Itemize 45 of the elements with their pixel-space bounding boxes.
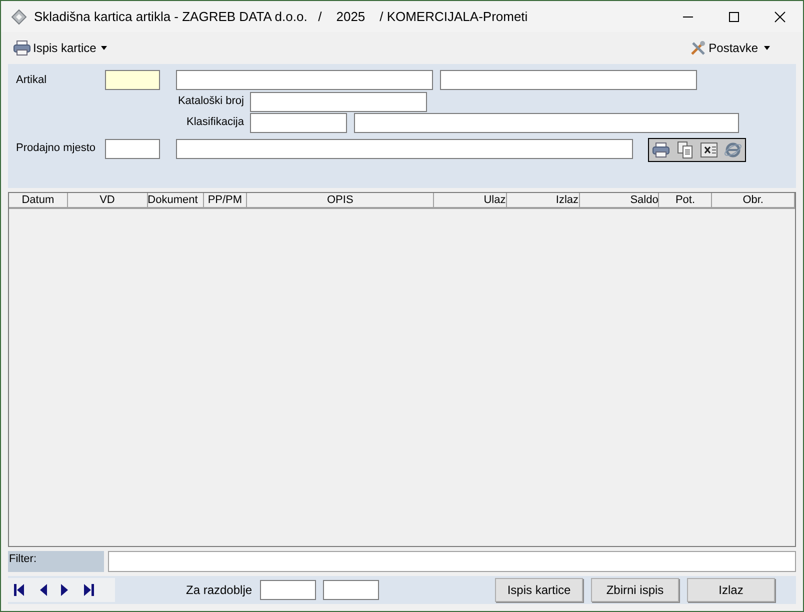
spreadsheet-icon [700,142,718,158]
input-field[interactable] [354,112,739,132]
filter-field[interactable] [108,551,796,572]
input-field[interactable] [105,139,160,159]
input-field[interactable] [105,70,160,90]
column-header[interactable]: Saldo [580,193,660,207]
input-field[interactable] [176,139,633,159]
column-header[interactable]: Pot. [659,193,712,207]
print-menu-button[interactable]: Ispis kartice [13,39,110,57]
window-title: Skladišna kartica artikla - ZAGREB DATA d.o.o. / 2025 / KOMERCIJALA-Prometi [34,8,528,26]
action-button[interactable]: Ispis kartice [495,578,583,602]
filter-label: Filter: [8,551,104,572]
period-label: Za razdoblje [186,582,252,599]
tools-icon [690,40,706,56]
globe-icon [724,141,742,159]
field-label: Prodajno mjesto [16,141,96,156]
excel-button[interactable] [698,140,720,160]
printer-icon [13,40,31,56]
print-button[interactable] [650,140,672,160]
input-field[interactable] [250,112,347,132]
column-header[interactable]: OPIS [247,193,434,207]
documents-icon [677,141,693,159]
first-record-icon[interactable] [14,583,25,597]
action-button[interactable]: Zbirni ispis [591,578,679,602]
field-label: Kataloški broj [176,94,245,110]
field-label: Klasifikacija [186,115,245,130]
printer-icon [652,142,670,158]
field-label: Artikal [16,73,48,88]
column-header[interactable]: Dokument [148,193,204,207]
column-header[interactable]: Izlaz [506,193,580,207]
input-field[interactable] [250,92,427,112]
date-field[interactable] [260,580,316,600]
settings-menu-button[interactable]: Postavke [690,39,773,57]
date-field[interactable] [323,580,380,600]
app-icon [11,8,27,24]
column-header[interactable]: Ulaz [434,193,507,207]
action-button[interactable]: Izlaz [687,578,775,602]
last-record-icon[interactable] [83,583,94,597]
input-field[interactable] [440,70,697,90]
column-header[interactable]: PP/PM [204,193,248,207]
column-header[interactable]: VD [68,193,148,207]
column-header[interactable]: Datum [9,193,68,207]
column-header[interactable]: Obr. [712,193,795,207]
caret-icon [761,44,773,52]
input-field[interactable] [176,70,433,90]
